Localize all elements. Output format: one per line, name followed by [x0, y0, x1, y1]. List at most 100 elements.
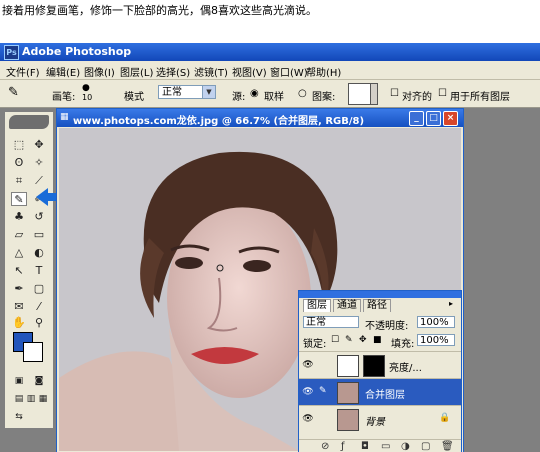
fill-value: 100%: [420, 335, 449, 346]
app-titlebar: Ps Adobe Photoshop: [0, 43, 540, 61]
eye-icon[interactable]: 👁: [302, 386, 314, 398]
pattern-picker-arrow[interactable]: [370, 83, 378, 105]
lasso-tool-icon[interactable]: ʘ: [11, 156, 27, 170]
sampled-radio[interactable]: ◉: [250, 88, 259, 99]
layers-panel-footer: ⊘ ƒ ◘ ▭ ◑ ▢ 🗑: [299, 439, 461, 452]
new-adjustment-icon[interactable]: ◑: [401, 441, 410, 452]
shape-tool-icon[interactable]: ▢: [31, 282, 47, 296]
delete-layer-icon[interactable]: 🗑: [441, 441, 454, 452]
menu-help[interactable]: 帮助(H): [306, 64, 341, 79]
new-layer-icon[interactable]: ▢: [421, 441, 430, 452]
add-mask-icon[interactable]: ◘: [361, 441, 369, 452]
tab-channels[interactable]: 通道: [333, 299, 361, 312]
layer-row-background[interactable]: 👁 背景 🔒: [299, 405, 461, 432]
dodge-tool-icon[interactable]: ◐: [31, 246, 47, 260]
aligned-checkbox[interactable]: ☐: [390, 88, 399, 99]
lock-image-icon[interactable]: ✎: [345, 335, 353, 345]
layer-name: 背景: [365, 417, 385, 428]
pattern-label: 图案:: [312, 92, 336, 103]
eye-icon[interactable]: 👁: [302, 359, 314, 371]
feather-logo-icon: [9, 115, 49, 129]
pattern-picker[interactable]: [348, 83, 372, 105]
eyedropper-tool-icon[interactable]: ⁄: [31, 300, 47, 314]
minimize-icon[interactable]: _: [409, 111, 424, 126]
eraser-tool-icon[interactable]: ▱: [11, 228, 27, 242]
lock-label: 锁定:: [303, 339, 327, 350]
panel-menu-icon[interactable]: ▸: [449, 299, 453, 308]
maximize-icon[interactable]: □: [426, 111, 441, 126]
layer-thumb: [337, 382, 359, 404]
healing-brush-tool-icon[interactable]: ✎: [11, 192, 27, 206]
adjustment-thumb: [337, 355, 359, 377]
notes-tool-icon[interactable]: ✉: [11, 300, 27, 314]
sampled-label: 取样: [264, 92, 284, 103]
menu-edit[interactable]: 编辑(E): [46, 64, 80, 79]
opacity-input[interactable]: 100%: [417, 316, 455, 328]
mode-label: 模式: [124, 92, 144, 103]
background-color-swatch[interactable]: [23, 342, 43, 362]
brush-label: 画笔:: [52, 92, 76, 103]
history-brush-tool-icon[interactable]: ↺: [31, 210, 47, 224]
marquee-tool-icon[interactable]: ⬚: [11, 138, 27, 152]
brush-size[interactable]: 10: [82, 93, 92, 102]
all-layers-checkbox[interactable]: ☐: [438, 88, 447, 99]
layers-panel: 图层 通道 路径 ▸ 正常 不透明度: 100% 锁定: ☐ ✎ ✥ ■ 填充:…: [298, 290, 462, 452]
jump-to-imageready-icon[interactable]: ⇆: [11, 410, 27, 424]
fill-label: 填充:: [391, 339, 415, 350]
brush-preview-icon[interactable]: ●: [82, 83, 90, 93]
tab-layers[interactable]: 图层: [303, 299, 331, 312]
lock-all-icon[interactable]: ■: [373, 335, 382, 345]
opacity-value: 100%: [420, 317, 449, 328]
photoshop-window: Ps Adobe Photoshop 文件(F) 编辑(E) 图像(I) 图层(…: [0, 43, 540, 452]
quick-mask-icon[interactable]: ◙: [31, 374, 47, 388]
menu-layer[interactable]: 图层(L): [120, 64, 153, 79]
blend-mode-select[interactable]: 正常: [303, 316, 359, 328]
app-title: Adobe Photoshop: [22, 45, 132, 58]
link-layers-icon[interactable]: ⊘: [321, 441, 329, 452]
blur-tool-icon[interactable]: △: [11, 246, 27, 260]
layer-name: 合并图层: [365, 390, 405, 401]
hand-tool-icon[interactable]: ✋: [11, 316, 27, 330]
tab-paths[interactable]: 路径: [363, 299, 391, 312]
photoshop-icon: Ps: [4, 45, 19, 60]
all-layers-label: 用于所有图层: [450, 92, 510, 103]
lock-position-icon[interactable]: ✥: [359, 335, 367, 345]
layers-panel-tabs: 图层 通道 路径 ▸: [299, 299, 461, 312]
menu-image[interactable]: 图像(I): [84, 64, 115, 79]
magic-wand-tool-icon[interactable]: ✧: [31, 156, 47, 170]
tutorial-caption: 接着用修复画笔，修饰一下脸部的高光，偶8喜欢这些高光滴说。: [2, 4, 317, 17]
fill-input[interactable]: 100%: [417, 334, 455, 346]
menu-bar: 文件(F) 编辑(E) 图像(I) 图层(L) 选择(S) 滤镜(T) 视图(V…: [0, 61, 540, 80]
path-select-tool-icon[interactable]: ↖: [11, 264, 27, 278]
move-tool-icon[interactable]: ✥: [31, 138, 47, 152]
document-titlebar: ▦ www.photops.com龙依.jpg @ 66.7% (合并图层, R…: [57, 109, 463, 127]
add-style-icon[interactable]: ƒ: [341, 441, 345, 452]
lock-transparency-icon[interactable]: ☐: [331, 335, 339, 345]
chevron-down-icon: ▼: [202, 86, 215, 98]
zoom-tool-icon[interactable]: ⚲: [31, 316, 47, 330]
pattern-radio[interactable]: ○: [298, 88, 307, 99]
screen-mode-full-icon[interactable]: ▦: [35, 392, 51, 406]
toolbox: ⬚ ✥ ʘ ✧ ⌗ ⟋ ✎ ✐ ♣ ↺ ▱ ▭ △ ◐ ↖ T ✒ ▢ ✉ ⁄ …: [4, 111, 54, 429]
new-group-icon[interactable]: ▭: [381, 441, 390, 452]
menu-file[interactable]: 文件(F): [6, 64, 40, 79]
healing-brush-icon[interactable]: ✎: [8, 85, 19, 100]
slice-tool-icon[interactable]: ⟋: [31, 174, 47, 188]
crop-tool-icon[interactable]: ⌗: [11, 174, 27, 188]
pen-tool-icon[interactable]: ✒: [11, 282, 27, 296]
standard-mode-icon[interactable]: ▣: [11, 374, 27, 388]
menu-select[interactable]: 选择(S): [156, 64, 190, 79]
menu-view[interactable]: 视图(V): [232, 64, 267, 79]
type-tool-icon[interactable]: T: [31, 264, 47, 278]
eye-icon[interactable]: 👁: [302, 413, 314, 425]
mode-select[interactable]: 正常 ▼: [158, 85, 216, 99]
clone-stamp-tool-icon[interactable]: ♣: [11, 210, 27, 224]
options-bar: ✎ 画笔: ● 10 模式 正常 ▼ 源: ◉ 取样 ○ 图案: ☐ 对齐的 ☐…: [0, 80, 540, 108]
menu-filter[interactable]: 滤镜(T): [194, 64, 228, 79]
menu-window[interactable]: 窗口(W): [270, 64, 308, 79]
layer-row-merged[interactable]: 👁 ✎ 合并图层: [299, 378, 461, 405]
gradient-tool-icon[interactable]: ▭: [31, 228, 47, 242]
layer-row-brightness[interactable]: 👁 亮度/...: [299, 351, 461, 378]
aligned-label: 对齐的: [402, 92, 432, 103]
close-icon[interactable]: ×: [443, 111, 458, 126]
